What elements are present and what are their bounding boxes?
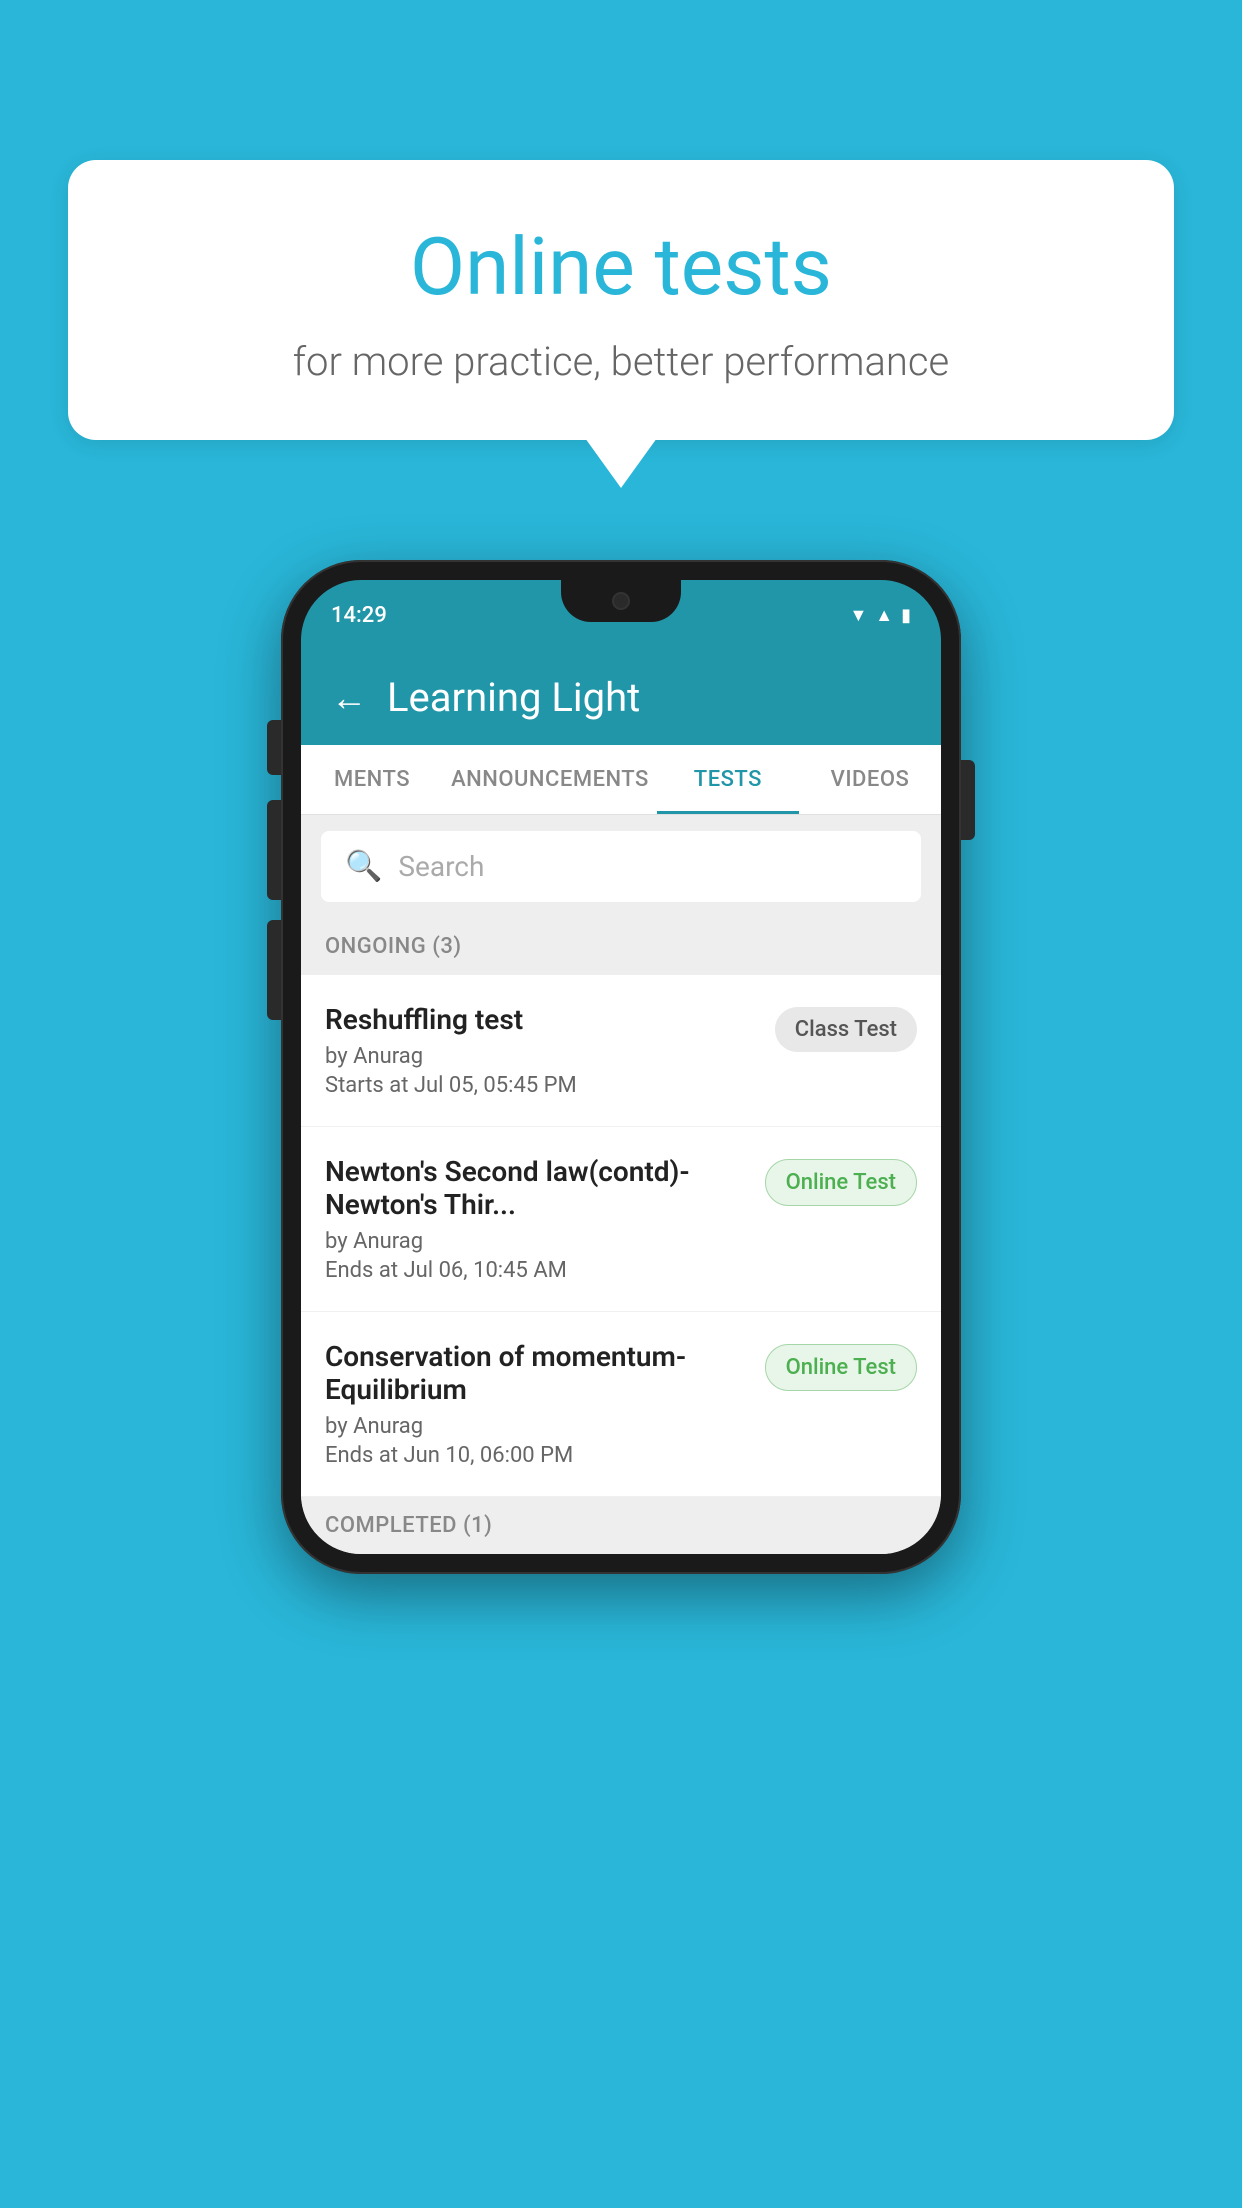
tab-tests[interactable]: TESTS: [657, 745, 799, 814]
bubble-title: Online tests: [108, 220, 1134, 314]
ongoing-section-header: ONGOING (3): [301, 918, 941, 975]
test-info-1: Reshuffling test by Anurag Starts at Jul…: [325, 1003, 759, 1098]
test-time-1: Starts at Jul 05, 05:45 PM: [325, 1073, 759, 1098]
search-icon: 🔍: [345, 849, 382, 884]
speech-bubble-container: Online tests for more practice, better p…: [68, 160, 1174, 440]
test-badge-1: Class Test: [775, 1007, 917, 1052]
front-camera: [612, 592, 630, 610]
test-item-reshuffling[interactable]: Reshuffling test by Anurag Starts at Jul…: [301, 975, 941, 1127]
wifi-icon: ▼: [849, 605, 867, 626]
test-by-3: by Anurag: [325, 1414, 749, 1439]
tab-announcements[interactable]: ANNOUNCEMENTS: [443, 745, 657, 814]
test-time-3: Ends at Jun 10, 06:00 PM: [325, 1443, 749, 1468]
tabs-container: MENTS ANNOUNCEMENTS TESTS VIDEOS: [301, 745, 941, 815]
volume-down-button: [267, 920, 281, 1020]
status-bar: 14:29 ▼ ▲ ▮: [301, 580, 941, 650]
speech-bubble: Online tests for more practice, better p…: [68, 160, 1174, 440]
test-badge-3: Online Test: [765, 1344, 917, 1391]
phone-notch: [561, 580, 681, 622]
search-placeholder: Search: [398, 850, 484, 883]
app-bar: ← Learning Light: [301, 650, 941, 745]
signal-icon: ▲: [875, 605, 893, 626]
tab-videos[interactable]: VIDEOS: [799, 745, 941, 814]
test-by-1: by Anurag: [325, 1044, 759, 1069]
test-title-1: Reshuffling test: [325, 1003, 759, 1036]
completed-section-header: COMPLETED (1): [301, 1497, 941, 1554]
test-badge-2: Online Test: [765, 1159, 917, 1206]
power-button: [961, 760, 975, 840]
app-bar-title: Learning Light: [387, 674, 640, 721]
phone-mockup: 14:29 ▼ ▲ ▮ ← Learning Light MENTS: [281, 560, 961, 1574]
search-bar[interactable]: 🔍 Search: [321, 831, 921, 902]
tab-assignments[interactable]: MENTS: [301, 745, 443, 814]
test-by-2: by Anurag: [325, 1229, 749, 1254]
search-container: 🔍 Search: [301, 815, 941, 918]
back-button[interactable]: ←: [331, 677, 367, 719]
battery-icon: ▮: [901, 605, 911, 626]
test-title-3: Conservation of momentum-Equilibrium: [325, 1340, 749, 1406]
test-info-3: Conservation of momentum-Equilibrium by …: [325, 1340, 749, 1468]
test-info-2: Newton's Second law(contd)-Newton's Thir…: [325, 1155, 749, 1283]
bubble-subtitle: for more practice, better performance: [108, 338, 1134, 385]
phone-screen: ← Learning Light MENTS ANNOUNCEMENTS TES…: [301, 650, 941, 1554]
test-title-2: Newton's Second law(contd)-Newton's Thir…: [325, 1155, 749, 1221]
test-time-2: Ends at Jul 06, 10:45 AM: [325, 1258, 749, 1283]
volume-up-button: [267, 800, 281, 900]
phone-outer: 14:29 ▼ ▲ ▮ ← Learning Light MENTS: [281, 560, 961, 1574]
volume-silent-button: [267, 720, 281, 775]
status-icons: ▼ ▲ ▮: [849, 605, 911, 626]
test-item-conservation[interactable]: Conservation of momentum-Equilibrium by …: [301, 1312, 941, 1497]
status-time: 14:29: [331, 603, 387, 628]
test-item-newton[interactable]: Newton's Second law(contd)-Newton's Thir…: [301, 1127, 941, 1312]
